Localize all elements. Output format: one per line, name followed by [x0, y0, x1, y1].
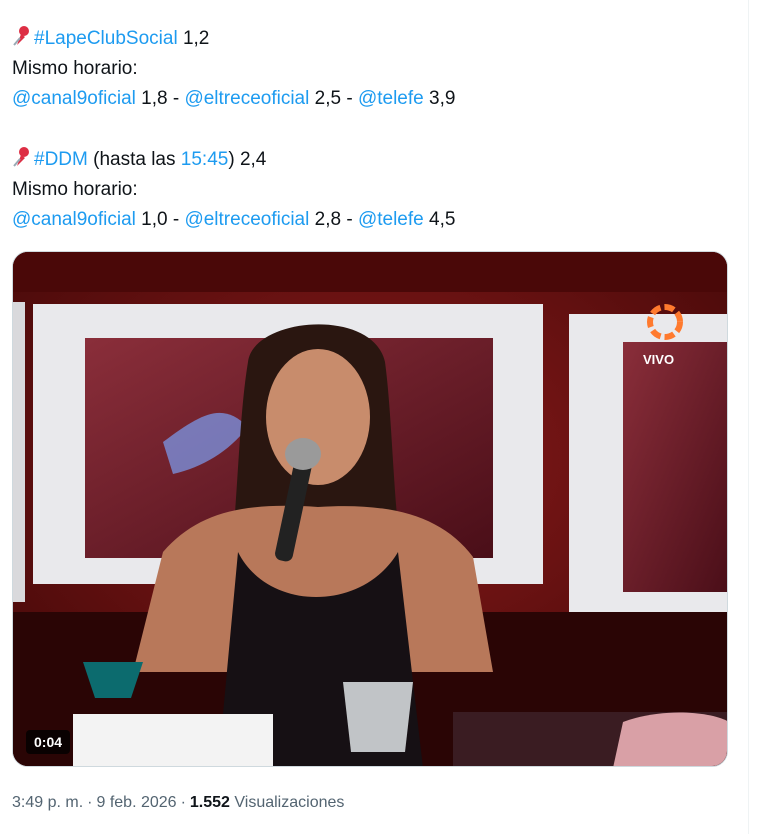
right-divider — [748, 0, 749, 834]
mention-eltreceoficial[interactable]: @eltreceoficial — [184, 209, 309, 230]
video-player[interactable]: VIVO — [12, 251, 728, 767]
mention-eltreceoficial[interactable]: @eltreceoficial — [184, 88, 309, 109]
desk-paper — [73, 714, 273, 766]
video-duration-badge: 0:04 — [26, 730, 71, 754]
video-frame: VIVO — [13, 252, 727, 766]
separator: - — [341, 209, 358, 230]
timestamp-link[interactable]: 3:49 p. m. · 9 feb. 2026 — [12, 794, 177, 811]
post-time: 3:49 p. m. — [12, 794, 84, 811]
block1-title-line: #LapeClubSocial 1,2 — [12, 24, 732, 54]
channel-rating: 3,9 — [429, 88, 456, 109]
channel-rating: 2,8 — [314, 209, 342, 230]
pushpin-icon — [13, 26, 29, 46]
time-link[interactable]: 15:45 — [181, 149, 229, 170]
dot-separator: · — [180, 794, 186, 811]
paren-open: (hasta las — [93, 149, 181, 170]
block2-same-time-label: Mismo horario: — [12, 179, 138, 200]
glass — [343, 682, 413, 752]
post-date: 9 feb. 2026 — [96, 794, 177, 811]
separator: - — [167, 209, 185, 230]
dot-separator: · — [87, 794, 93, 811]
hashtag-ddm[interactable]: #DDM — [34, 149, 88, 170]
block1-channels-line: @canal9oficial 1,8 - @eltreceoficial 2,5… — [12, 84, 732, 114]
views-label: Visualizaciones — [234, 794, 345, 811]
live-label: VIVO — [643, 352, 674, 367]
tweet-text: #LapeClubSocial 1,2 Mismo horario: @cana… — [12, 24, 732, 235]
channel-rating: 1,0 — [141, 209, 168, 230]
separator: - — [167, 88, 185, 109]
tweet-meta: 3:49 p. m. · 9 feb. 2026 · 1.552 Visualizaci… — [12, 794, 344, 812]
block2-rating: 2,4 — [239, 149, 267, 170]
channel-rating: 4,5 — [429, 209, 456, 230]
paren-close: ) — [228, 149, 235, 170]
separator: - — [341, 88, 358, 109]
views-count: 1.552 — [189, 794, 230, 811]
pushpin-icon — [13, 147, 29, 167]
mention-canal9oficial[interactable]: @canal9oficial — [12, 88, 136, 109]
block2-title-line: #DDM (hasta las 15:45) 2,4 — [12, 145, 732, 175]
block1-same-time-label: Mismo horario: — [12, 58, 138, 79]
mention-telefe[interactable]: @telefe — [358, 209, 424, 230]
channel-rating: 1,8 — [141, 88, 168, 109]
block2-channels-line: @canal9oficial 1,0 - @eltreceoficial 2,8… — [12, 205, 732, 235]
hashtag-lapeclubsocial[interactable]: #LapeClubSocial — [34, 28, 178, 49]
block1-rating: 1,2 — [182, 28, 210, 49]
mention-telefe[interactable]: @telefe — [358, 88, 424, 109]
channel-rating: 2,5 — [314, 88, 342, 109]
mention-canal9oficial[interactable]: @canal9oficial — [12, 209, 136, 230]
